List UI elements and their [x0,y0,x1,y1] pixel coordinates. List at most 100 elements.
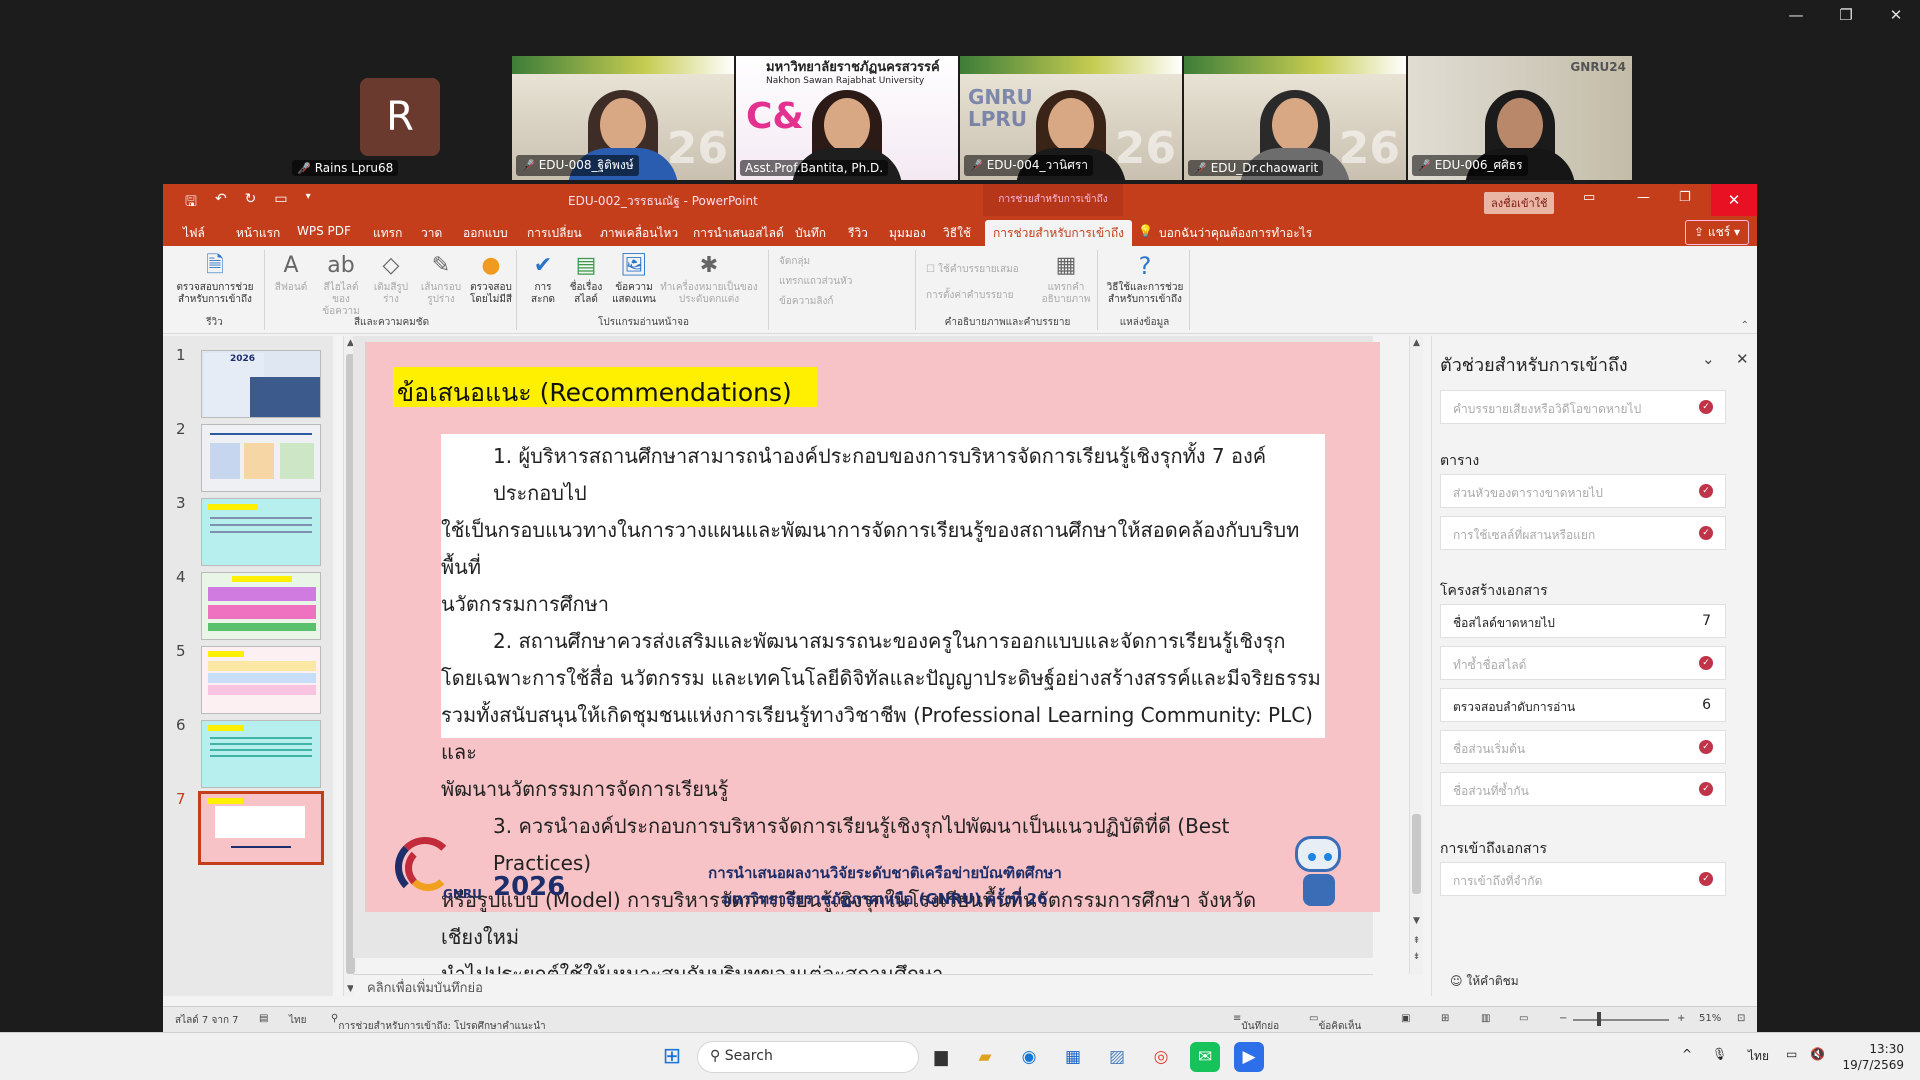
zoom-slider[interactable] [1573,1019,1669,1021]
notes-toggle[interactable]: ≡ บันทึกย่อ [1233,1013,1279,1032]
auto-check-button[interactable]: ● ตรวจสอบโดยไม่มีสี [467,252,515,306]
feedback-link[interactable]: ☺ ให้คำติชม [1450,972,1519,991]
save-icon[interactable]: 🖫 [185,191,197,215]
close-button[interactable]: ✕ [1711,184,1757,216]
task-view-icon[interactable]: ▆ [926,1042,956,1072]
slide-title[interactable]: ข้อเสนอแนะ (Recommendations) [393,367,817,407]
sign-in-button[interactable]: ลงชื่อเข้าใช้ [1484,192,1555,214]
tab-view[interactable]: มุมมอง [889,224,926,243]
tab-review[interactable]: รีวิว [848,224,868,243]
participant-tile[interactable]: GNRU LPRU 26 🎤̸EDU-004_วานิศรา [960,56,1182,180]
participant-tile[interactable]: 26 🎤̸ EDU-008_ฐิติพงษ์ [512,56,734,180]
tab-draw[interactable]: วาด [421,224,442,243]
slide-thumbnail[interactable]: 2026 [201,350,321,418]
outline-button[interactable]: ✎ เส้นกรอบรูปร่าง [417,252,465,306]
zoom-in-icon[interactable]: + [1677,1013,1685,1024]
slide-thumbnail[interactable] [201,498,321,566]
pane-item[interactable]: ชื่อส่วนที่ซ้ำกัน ✓ [1440,772,1726,806]
participant-tile[interactable]: GNRU24 🎤̸ EDU-006_ศศิธร [1408,56,1632,180]
zoom-out-icon[interactable]: − [1559,1013,1567,1024]
share-button[interactable]: ⇪ แชร์ ▾ [1684,220,1749,245]
reading-view-icon[interactable]: ▥ [1481,1013,1490,1024]
slide-thumbnail[interactable] [201,646,321,714]
pane-item[interactable]: ชื่อส่วนเริ่มต้น ✓ [1440,730,1726,764]
mark-decorative-button[interactable]: ✱ ทำเครื่องหมายเป็นของประดับตกแต่ง [659,252,759,306]
minimize-icon[interactable]: — [1637,190,1650,205]
pane-item[interactable]: การเข้าถึงที่จำกัด ✓ [1440,862,1726,896]
close-icon[interactable]: ✕ [1736,350,1749,368]
insert-header-row[interactable]: แทรกแถวส่วนหัว [779,274,852,289]
tab-home[interactable]: หน้าแรก [236,224,280,243]
slide-content-box[interactable]: 1. ผู้บริหารสถานศึกษาสามารถนำองค์ประกอบข… [441,434,1325,986]
always-captions-checkbox[interactable]: ☐ ใช้คำบรรยายเสมอ [926,262,1019,277]
slide-thumbnail[interactable] [201,720,321,788]
fit-slide-icon[interactable]: ⊡ [1737,1013,1745,1024]
spell-check-status-icon[interactable]: ▤ [259,1013,268,1024]
fill-color-button[interactable]: ◇ เติมสีรูปร่าง [367,252,415,306]
pane-item[interactable]: ส่วนหัวของตารางขาดหายไป ✓ [1440,474,1726,508]
windows-start-icon[interactable]: ⊞ [657,1042,687,1072]
tab-help[interactable]: วิธีใช้ [943,224,971,243]
input-language[interactable]: ไทย [1748,1047,1769,1066]
close-icon[interactable]: ✕ [1886,6,1906,24]
spelling-button[interactable]: ✔ การสะกด [525,252,561,306]
tell-me-search[interactable]: 💡 บอกฉันว่าคุณต้องการทำอะไร [1138,224,1312,243]
customize-chevron-icon[interactable]: ▾ [306,191,311,215]
present-icon[interactable]: ▭ [274,191,287,215]
zoom-slider-handle[interactable] [1597,1012,1601,1026]
tab-file[interactable]: ไฟล์ [183,224,205,243]
language-status[interactable]: ไทย [289,1013,306,1028]
zoom-app-icon[interactable]: ▶ [1234,1042,1264,1072]
collapse-ribbon-icon[interactable]: ⌃ [1741,320,1749,331]
caption-settings-dropdown[interactable]: การตั้งค่าคำบรรยาย [926,288,1013,303]
file-explorer-icon[interactable]: ▰ [970,1042,1000,1072]
alt-text-button[interactable]: 🖼 ข้อความแสดงแทน [611,252,657,306]
tab-slideshow[interactable]: การนำเสนอสไลด์ [693,224,784,243]
tab-wps-pdf[interactable]: WPS PDF [297,224,351,238]
accessibility-help-button[interactable]: ? วิธีใช้และการช่วยสำหรับการเข้าถึง [1102,252,1188,306]
chrome-icon[interactable]: ◎ [1146,1042,1176,1072]
link-text-button[interactable]: ข้อความลิงก์ [779,294,833,309]
microphone-icon[interactable]: 🎙 [1712,1047,1727,1061]
tab-record[interactable]: บันทึก [795,224,826,243]
undo-icon[interactable]: ↶ [215,191,227,215]
pane-item[interactable]: คำบรรยายเสียงหรือวิดีโอขาดหายไป ✓ [1440,390,1726,424]
restore-icon[interactable]: ❐ [1836,6,1856,24]
tab-accessibility[interactable]: การช่วยสำหรับการเข้าถึง [985,220,1133,249]
network-icon[interactable]: ▭ [1786,1047,1797,1061]
notes-pane[interactable]: คลิกเพื่อเพิ่มบันทึกย่อ [353,974,1373,996]
slide-scrollbar[interactable]: ▲ ▼ ⇞ ⇟ [1409,336,1423,974]
ribbon-display-icon[interactable]: ▭ [1583,190,1595,205]
comments-toggle[interactable]: ▭ ข้อคิดเห็น [1309,1013,1361,1032]
chevron-down-icon[interactable]: ⌄ [1702,350,1715,368]
slide-sorter-icon[interactable]: ⊞ [1441,1013,1449,1024]
edge-icon[interactable]: ◉ [1014,1042,1044,1072]
highlight-button[interactable]: ab สีไฮไลต์ของข้อความ [317,252,365,318]
restore-icon[interactable]: ❐ [1679,190,1691,205]
photos-icon[interactable]: ▨ [1102,1042,1132,1072]
tab-design[interactable]: ออกแบบ [463,224,508,243]
font-color-button[interactable]: A สีฟอนต์ [267,252,315,294]
participant-self[interactable]: R 🎤̸ Rains Lpru68 [288,56,508,180]
tab-insert[interactable]: แทรก [373,224,402,243]
volume-muted-icon[interactable]: 🔇 [1810,1047,1825,1061]
slide-thumbnail[interactable] [201,424,321,492]
minimize-icon[interactable]: — [1786,6,1806,24]
system-clock[interactable]: 13:30 19/7/2569 [1842,1041,1904,1073]
participant-tile[interactable]: 26 🎤̸ EDU_Dr.chaowarit [1184,56,1406,180]
participant-tile-active-speaker[interactable]: มหาวิทยาลัยราชภัฏนครสวรรค์ Nakhon Sawan … [736,56,958,180]
slide-thumbnail-selected[interactable] [198,791,324,865]
pane-item[interactable]: การใช้เซลล์ที่ผสานหรือแยก ✓ [1440,516,1726,550]
insert-caption-button[interactable]: ▦ แทรกคำอธิบายภาพ [1038,252,1094,306]
pane-item-missing-titles[interactable]: ชื่อสไลด์ขาดหายไป 7 [1440,604,1726,638]
pane-item[interactable]: ทำซ้ำชื่อสไลด์ ✓ [1440,646,1726,680]
zoom-level[interactable]: 51% [1699,1013,1721,1024]
accessibility-status[interactable]: ⚲ การช่วยสำหรับการเข้าถึง: โปรดศึกษาคำแน… [331,1013,546,1032]
pane-item-reading-order[interactable]: ตรวจสอบลำดับการอ่าน 6 [1440,688,1726,722]
normal-view-icon[interactable]: ▣ [1401,1013,1410,1024]
tab-transitions[interactable]: การเปลี่ยน [527,224,582,243]
search-box[interactable]: ⚲ Search [697,1041,919,1073]
slide-title-button[interactable]: ▤ ชื่อเรื่องสไลด์ [563,252,609,306]
line-icon[interactable]: ✉ [1190,1042,1220,1072]
redo-icon[interactable]: ↻ [245,191,257,215]
